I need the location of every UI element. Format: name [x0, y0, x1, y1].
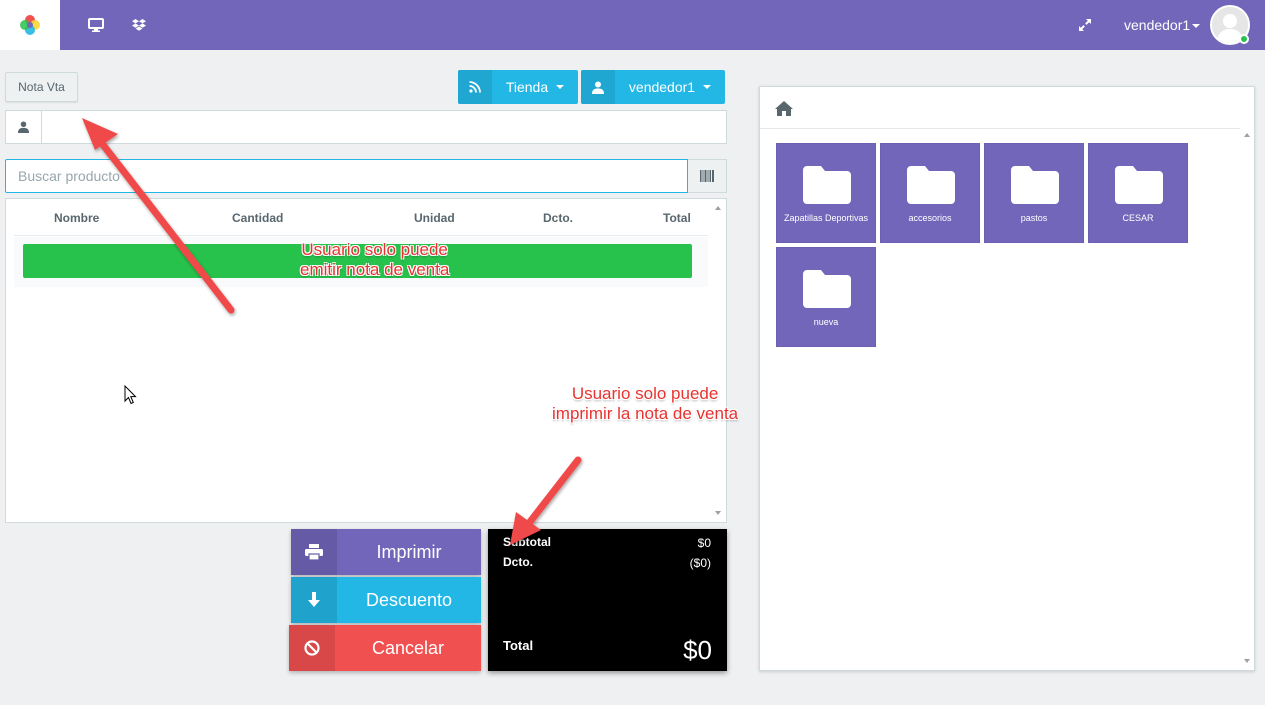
cancel-label: Cancelar	[371, 637, 445, 658]
category-name: CESAR	[1122, 213, 1154, 223]
barcode-icon	[700, 170, 714, 182]
print-label: Imprimir	[376, 541, 442, 562]
chevron-down-icon	[1192, 24, 1200, 28]
seller-dropdown-button[interactable]: vendedor1	[581, 70, 725, 104]
total-label: Total	[503, 638, 534, 653]
printer-icon	[291, 529, 337, 575]
column-header: Total	[663, 211, 691, 225]
store-label: Tienda	[505, 79, 549, 95]
category-panel: Zapatillas Deportivas accesorios pastos …	[759, 86, 1255, 671]
barcode-button[interactable]	[688, 159, 727, 193]
folder-icon	[907, 166, 955, 204]
client-field-group	[5, 110, 727, 144]
folder-icon	[1011, 166, 1059, 204]
category-tile[interactable]: Zapatillas Deportivas	[776, 143, 876, 243]
seller-label: vendedor1	[628, 79, 696, 95]
column-header: Cantidad	[232, 211, 284, 225]
expand-icon[interactable]	[1075, 15, 1095, 35]
category-name: pastos	[1020, 213, 1048, 223]
discount-label: Dcto.	[503, 555, 533, 569]
category-tile[interactable]: accesorios	[880, 143, 980, 243]
table-header: Nombre Cantidad Unidad Dcto. Total	[14, 199, 708, 236]
discount-value: ($0)	[689, 556, 711, 570]
app-logo[interactable]	[0, 0, 60, 50]
rss-icon	[458, 70, 492, 104]
subtotal-value: $0	[697, 536, 711, 550]
scroll-up-icon[interactable]	[1244, 133, 1250, 137]
print-button[interactable]: Imprimir	[291, 529, 481, 575]
folder-icon	[803, 166, 851, 204]
home-icon[interactable]	[775, 101, 793, 116]
category-tile[interactable]: nueva	[776, 247, 876, 347]
discount-label: Descuento	[365, 589, 453, 610]
cancel-button[interactable]: Cancelar	[289, 625, 481, 671]
column-header: Unidad	[414, 211, 455, 225]
annotation-line: Usuario solo puede	[301, 240, 448, 259]
online-status-dot	[1239, 34, 1249, 44]
category-breadcrumb	[760, 87, 1254, 129]
arrow-down-icon	[291, 577, 337, 623]
topbar-user-menu[interactable]: vendedor1	[1124, 17, 1190, 33]
user-icon	[6, 111, 42, 143]
top-navbar: vendedor1	[0, 0, 1265, 50]
desktop-icon[interactable]	[86, 15, 106, 35]
doc-type-tab[interactable]: Nota Vta	[5, 72, 78, 102]
category-name: accesorios	[908, 213, 952, 223]
dropbox-icon[interactable]	[129, 15, 149, 35]
category-tile[interactable]: pastos	[984, 143, 1084, 243]
mouse-cursor-icon	[124, 385, 137, 405]
category-name: nueva	[813, 317, 839, 327]
totals-panel: Subtotal $0 Dcto. ($0) Total $0	[488, 529, 727, 671]
total-value: $0	[683, 635, 712, 665]
category-tile[interactable]: CESAR	[1088, 143, 1188, 243]
annotation-line: emitir nota de venta	[300, 260, 450, 279]
product-search-group	[5, 159, 727, 193]
folder-icon	[1115, 166, 1163, 204]
search-input[interactable]	[5, 159, 688, 193]
annotation-line: imprimir la nota de venta	[552, 404, 739, 423]
scroll-down-icon[interactable]	[715, 511, 721, 515]
annotation-line: Usuario solo puede	[571, 384, 719, 403]
client-input[interactable]	[42, 111, 726, 143]
scroll-down-icon[interactable]	[1244, 659, 1250, 663]
logo-icon	[20, 15, 40, 35]
ban-icon	[289, 625, 335, 671]
table-scrollbar[interactable]	[709, 199, 726, 522]
subtotal-label: Subtotal	[503, 535, 551, 549]
category-name: Zapatillas Deportivas	[783, 213, 869, 223]
category-scrollbar[interactable]	[1240, 87, 1254, 670]
column-header: Nombre	[54, 211, 100, 225]
folder-icon	[803, 270, 851, 308]
annotation-note: Usuario solo puede emitir nota de venta	[300, 240, 449, 280]
store-dropdown-button[interactable]: Tienda	[458, 70, 578, 104]
discount-button[interactable]: Descuento	[291, 577, 481, 623]
user-icon	[581, 70, 615, 104]
chevron-down-icon	[703, 85, 712, 89]
scroll-up-icon[interactable]	[715, 206, 721, 210]
annotation-note: Usuario solo puede imprimir la nota de v…	[552, 384, 738, 424]
chevron-down-icon	[556, 85, 565, 89]
column-header: Dcto.	[543, 211, 573, 225]
